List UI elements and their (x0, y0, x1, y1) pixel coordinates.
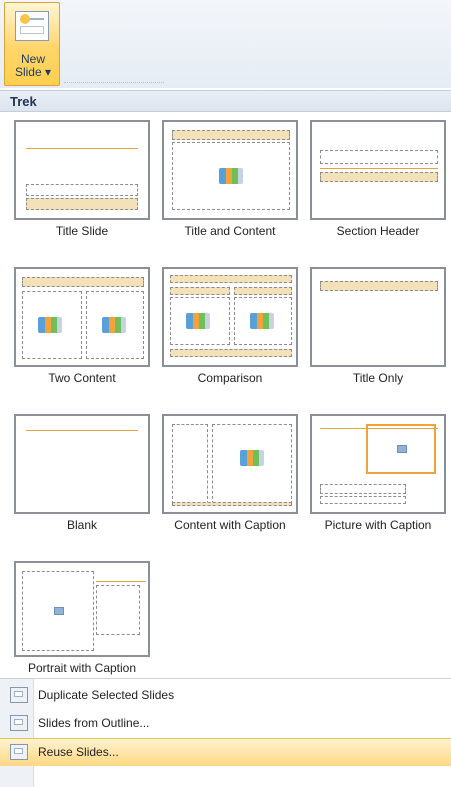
duplicate-slides-icon (10, 687, 28, 703)
menu-item-duplicate-selected-slides[interactable]: Duplicate Selected Slides (0, 682, 451, 710)
new-slide-menu: Duplicate Selected Slides Slides from Ou… (0, 678, 451, 787)
layout-gallery: Title Slide Title and Content Section He… (0, 112, 451, 675)
menu-separator (0, 678, 451, 679)
content-placeholder-icon (102, 317, 126, 333)
layout-thumbnail (14, 414, 150, 514)
slides-from-outline-icon (10, 715, 28, 731)
layout-label: Portrait with Caption (27, 661, 137, 675)
layout-label: Comparison (197, 371, 263, 385)
new-slide-star-icon (20, 14, 30, 24)
layout-thumbnail (310, 414, 446, 514)
menu-item-slides-from-outline[interactable]: Slides from Outline... (0, 710, 451, 738)
layout-thumbnail (310, 120, 446, 220)
ribbon-strip: New Slide ▾ (0, 0, 451, 88)
content-placeholder-icon (250, 313, 274, 329)
ribbon-divider (64, 82, 164, 84)
layout-label: Two Content (48, 371, 116, 385)
theme-name: Trek (10, 94, 37, 109)
new-slide-icon (15, 11, 49, 41)
content-placeholder-icon (186, 313, 210, 329)
layout-label: Title Only (352, 371, 404, 385)
layout-thumbnail (14, 267, 150, 367)
content-placeholder-icon (219, 168, 243, 184)
layout-label: Section Header (336, 224, 420, 238)
new-slide-button[interactable]: New Slide ▾ (4, 2, 60, 86)
layout-label: Blank (66, 518, 98, 532)
menu-item-label: Duplicate Selected Slides (38, 688, 175, 702)
content-placeholder-icon (38, 317, 62, 333)
picture-placeholder-icon (54, 607, 64, 615)
menu-item-reuse-slides[interactable]: Reuse Slides... (0, 738, 451, 766)
reuse-slides-icon (10, 744, 28, 760)
layout-label: Picture with Caption (324, 518, 432, 532)
layout-thumbnail (14, 561, 150, 657)
menu-item-label: Reuse Slides... (38, 745, 119, 759)
content-placeholder-icon (240, 450, 264, 466)
layout-label: Title Slide (55, 224, 109, 238)
layout-label: Title and Content (184, 224, 276, 238)
layout-thumbnail (310, 267, 446, 367)
new-slide-label-line2: Slide ▾ (14, 65, 52, 79)
layout-thumbnail (162, 120, 298, 220)
menu-item-label: Slides from Outline... (38, 716, 150, 730)
layout-thumbnail (14, 120, 150, 220)
layout-label: Content with Caption (174, 518, 286, 532)
layout-gallery-header: Trek (0, 90, 451, 112)
layout-thumbnail (162, 414, 298, 514)
new-slide-label: New Slide ▾ (5, 53, 61, 79)
picture-placeholder-icon (397, 445, 407, 453)
layout-thumbnail (162, 267, 298, 367)
